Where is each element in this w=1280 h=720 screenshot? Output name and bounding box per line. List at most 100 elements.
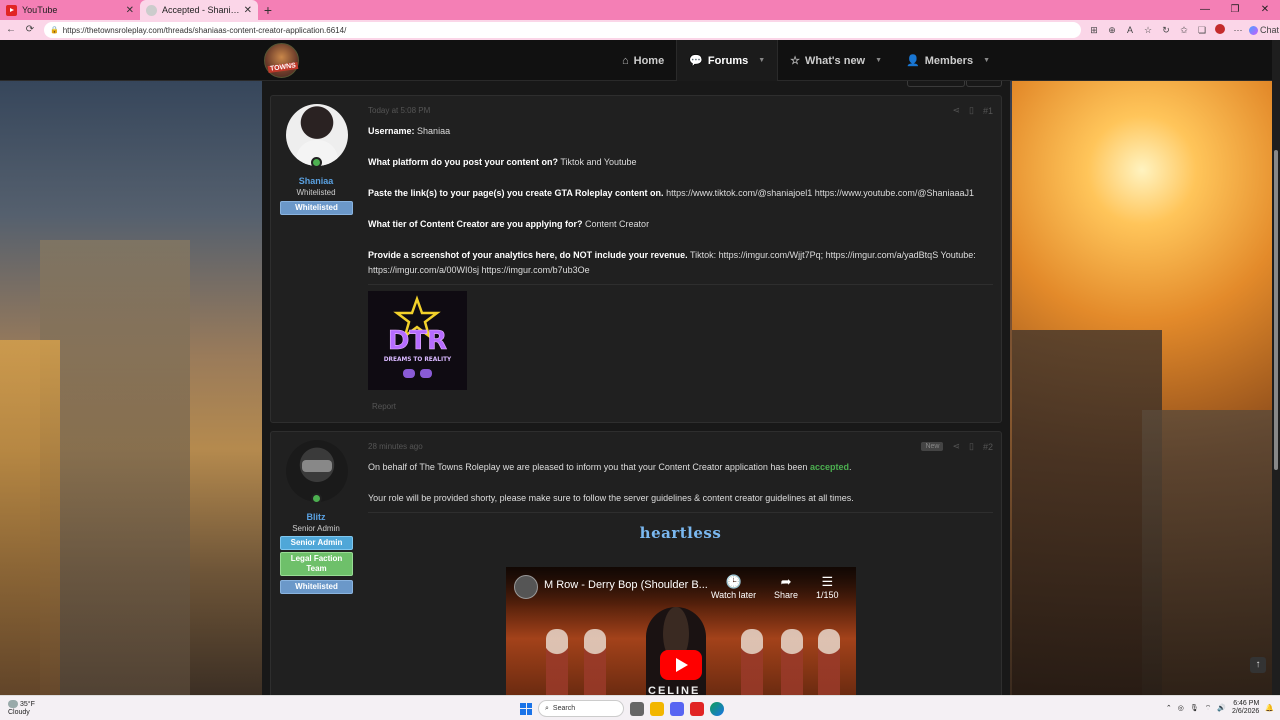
maximize-button[interactable]: ❐ xyxy=(1220,0,1250,20)
minimize-button[interactable]: — xyxy=(1190,0,1220,20)
network-icon[interactable]: ◎ xyxy=(1178,704,1184,712)
bookmark-icon[interactable]: ▯ xyxy=(969,441,974,452)
post-author-panel: Shaniaa Whitelisted Whitelisted xyxy=(271,96,361,422)
post-body: Today at 5:08 PM ⋖ ▯ #1 Username: Shania… xyxy=(368,96,993,422)
thread-tools-button[interactable] xyxy=(907,81,965,87)
share-icon[interactable]: ⋖ xyxy=(952,441,960,452)
watch-later-button[interactable]: 🕒 Watch later xyxy=(711,574,756,600)
youtube-embed[interactable]: M Row - Derry Bop (Shoulder B... 🕒 Watch … xyxy=(506,567,856,695)
scroll-to-top-button[interactable]: ↑ xyxy=(1250,657,1266,673)
clock-time: 6:46 PM xyxy=(1233,700,1260,707)
close-tab-icon[interactable]: ✕ xyxy=(126,5,134,16)
refresh-icon[interactable]: ↻ xyxy=(1159,25,1173,36)
nav-forums-label: Forums xyxy=(707,54,749,67)
volume-icon[interactable]: 🔊 xyxy=(1217,704,1226,712)
edge-browser-icon[interactable] xyxy=(710,701,724,716)
playlist-icon: ☰ xyxy=(821,574,834,589)
video-title[interactable]: M Row - Derry Bop (Shoulder B... xyxy=(544,579,708,591)
nav-forums[interactable]: 💬 Forums ▼ xyxy=(676,40,779,81)
background-city-right xyxy=(1012,80,1280,695)
collections-icon[interactable]: ❏ xyxy=(1195,25,1209,36)
new-tab-button[interactable]: + xyxy=(258,0,278,20)
taskbar-clock[interactable]: 6:46 PM 2/6/2026 xyxy=(1232,700,1259,716)
task-view-icon[interactable] xyxy=(630,701,644,716)
signature-divider xyxy=(368,512,993,513)
window-controls: — ❐ ✕ xyxy=(1190,0,1280,20)
author-name[interactable]: Blitz xyxy=(271,512,361,522)
favorites-icon[interactable]: ✩ xyxy=(1177,25,1191,36)
tab-youtube[interactable]: YouTube ✕ xyxy=(0,0,140,20)
more-options-icon[interactable]: ⋯ xyxy=(1231,25,1245,36)
favorite-star-icon[interactable]: ☆ xyxy=(1141,25,1155,36)
wifi-icon[interactable]: ⌔ xyxy=(1205,704,1212,713)
main-navigation: ⌂ Home 💬 Forums ▼ ☆ What's new ▼ 👤 Membe… xyxy=(610,40,1002,81)
tab-title: YouTube xyxy=(22,5,58,15)
site-info-icon[interactable]: 🔒 xyxy=(50,26,59,34)
nav-members-label: Members xyxy=(924,54,974,67)
read-aloud-icon[interactable]: A xyxy=(1123,25,1137,35)
accepted-status: accepted xyxy=(809,462,849,472)
reload-button[interactable]: ⟳ xyxy=(22,22,38,38)
profile-avatar[interactable] xyxy=(1213,24,1227,36)
post-number[interactable]: #1 xyxy=(983,106,993,116)
close-tab-icon[interactable]: ✕ xyxy=(244,5,252,16)
online-status-icon xyxy=(311,157,322,168)
microphone-icon[interactable]: 🎙 xyxy=(1190,704,1199,712)
signature-divider xyxy=(368,284,993,285)
notifications-icon[interactable]: 🔔 xyxy=(1265,704,1274,712)
post-timestamp[interactable]: 28 minutes ago xyxy=(368,442,423,451)
copilot-chat-button[interactable]: Chat xyxy=(1249,25,1279,35)
user-banner-legal-faction: Legal Faction Team xyxy=(280,552,353,576)
question-text: Provide a screenshot of your analytics h… xyxy=(368,250,688,260)
playlist-button[interactable]: ☰ 1/150 xyxy=(816,574,839,600)
acceptance-message: On behalf of The Towns Roleplay we are p… xyxy=(368,460,993,475)
nav-whats-new[interactable]: ☆ What's new ▼ xyxy=(778,40,894,81)
site-logo[interactable]: TOWNS xyxy=(264,43,299,78)
post-number[interactable]: #2 xyxy=(983,442,993,452)
playlist-count: 1/150 xyxy=(816,590,839,600)
channel-avatar[interactable] xyxy=(514,575,538,599)
share-video-button[interactable]: ➦ Share xyxy=(774,574,798,600)
nav-home[interactable]: ⌂ Home xyxy=(610,40,676,81)
site-favicon-icon xyxy=(146,4,157,16)
chevron-down-icon[interactable]: ▼ xyxy=(875,57,882,64)
app-available-icon[interactable]: ⊞ xyxy=(1087,25,1101,36)
star-icon: ☆ xyxy=(790,55,801,67)
weather-widget[interactable]: 35°F Cloudy xyxy=(8,700,35,717)
share-icon[interactable]: ⋖ xyxy=(952,105,960,116)
windows-start-icon[interactable] xyxy=(520,702,532,715)
answer-text[interactable]: https://www.tiktok.com/@shaniajoel1 http… xyxy=(666,188,974,198)
video-figure xyxy=(781,629,803,695)
copilot-icon xyxy=(1249,25,1258,35)
signature-image-dtr[interactable]: DTR DREAMS TO REALITY xyxy=(368,291,467,390)
page-scrollbar[interactable] xyxy=(1272,40,1280,695)
author-name[interactable]: Shaniaa xyxy=(271,176,361,186)
field-username: Username: Shaniaa xyxy=(368,124,993,139)
discord-icon[interactable] xyxy=(670,701,684,716)
bookmark-icon[interactable]: ▯ xyxy=(969,105,974,116)
back-button[interactable]: ← xyxy=(3,22,19,38)
play-button-icon[interactable] xyxy=(660,650,702,680)
chevron-down-icon[interactable]: ▼ xyxy=(758,57,765,64)
video-brand-text: CELINE xyxy=(648,685,701,695)
nav-members[interactable]: 👤 Members ▼ xyxy=(894,40,1002,81)
url-field[interactable]: 🔒 https://thetownsroleplay.com/threads/s… xyxy=(44,22,1081,38)
tab-accepted[interactable]: Accepted - Shaniaa's Content Creator App… xyxy=(140,0,258,20)
thread-watch-button[interactable] xyxy=(966,81,1002,87)
post-1: Shaniaa Whitelisted Whitelisted Today at… xyxy=(270,95,1002,423)
youtube-icon xyxy=(6,4,17,16)
thread-content: Shaniaa Whitelisted Whitelisted Today at… xyxy=(262,81,1010,695)
taskbar-search[interactable]: ⌕ Search xyxy=(538,700,624,717)
close-window-button[interactable]: ✕ xyxy=(1250,0,1280,20)
nav-home-label: Home xyxy=(633,54,665,67)
chevron-down-icon[interactable]: ▼ xyxy=(983,57,990,64)
youtube-app-icon[interactable] xyxy=(690,701,704,716)
report-link[interactable]: Report xyxy=(372,402,396,411)
question-text: What platform do you post your content o… xyxy=(368,157,558,167)
video-figure xyxy=(546,629,568,695)
file-explorer-icon[interactable] xyxy=(650,701,664,716)
post-timestamp[interactable]: Today at 5:08 PM xyxy=(368,106,430,115)
zoom-icon[interactable]: ⊕ xyxy=(1105,25,1119,36)
scrollbar-thumb[interactable] xyxy=(1274,150,1278,470)
chevron-up-icon[interactable]: ⌃ xyxy=(1166,704,1172,712)
